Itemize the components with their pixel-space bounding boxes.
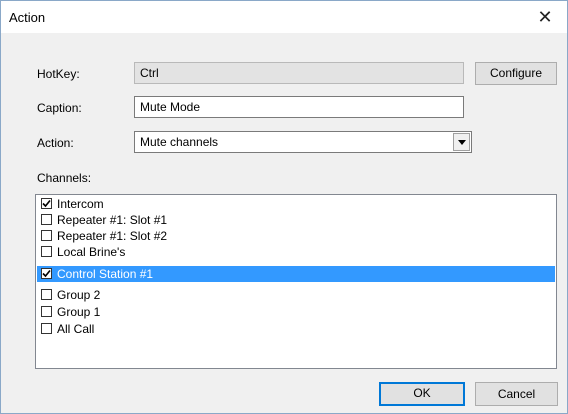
channel-item-all-call[interactable]: All Call (37, 321, 555, 337)
channel-checkbox[interactable] (41, 268, 52, 279)
cancel-button[interactable]: Cancel (475, 382, 558, 406)
channels-list[interactable]: Intercom Repeater #1: Slot #1 Repeater #… (35, 194, 557, 369)
channel-item-group-2[interactable]: Group 2 (37, 287, 555, 303)
channel-item-group-1[interactable]: Group 1 (37, 304, 555, 320)
channel-label: All Call (57, 322, 95, 336)
checkmark-icon (42, 269, 51, 278)
channel-label: Intercom (57, 197, 104, 211)
channel-item-control-station-1[interactable]: Control Station #1 (37, 266, 555, 282)
action-select-value: Mute channels (140, 135, 219, 149)
hotkey-label: HotKey: (37, 67, 80, 81)
channel-item-local-brines[interactable]: Local Brine's (37, 244, 555, 260)
channel-checkbox[interactable] (41, 306, 52, 317)
title-bar: Action ✕ (1, 1, 567, 33)
configure-button[interactable]: Configure (475, 62, 557, 85)
channel-item-repeater-slot-1[interactable]: Repeater #1: Slot #1 (37, 212, 555, 228)
channel-label: Control Station #1 (57, 267, 154, 281)
channel-checkbox[interactable] (41, 230, 52, 241)
action-dialog: Action ✕ HotKey: Ctrl Configure Caption:… (0, 0, 568, 414)
channels-label: Channels: (37, 171, 92, 185)
channel-checkbox[interactable] (41, 198, 52, 209)
channel-checkbox[interactable] (41, 289, 52, 300)
channel-label: Repeater #1: Slot #2 (57, 229, 168, 243)
channel-label: Repeater #1: Slot #1 (57, 213, 168, 227)
channel-label: Group 1 (57, 305, 101, 319)
action-label: Action: (37, 136, 74, 150)
channel-checkbox[interactable] (41, 246, 52, 257)
channel-checkbox[interactable] (41, 214, 52, 225)
close-icon[interactable]: ✕ (523, 1, 567, 33)
channel-label: Local Brine's (57, 245, 126, 259)
channel-item-intercom[interactable]: Intercom (37, 196, 555, 212)
action-select[interactable]: Mute channels (134, 131, 472, 153)
caption-input[interactable]: Mute Mode (134, 96, 464, 118)
chevron-down-icon[interactable] (453, 133, 470, 151)
channel-label: Group 2 (57, 288, 101, 302)
channel-item-repeater-slot-2[interactable]: Repeater #1: Slot #2 (37, 228, 555, 244)
channel-checkbox[interactable] (41, 323, 52, 334)
hotkey-field: Ctrl (134, 62, 464, 84)
caption-label: Caption: (37, 101, 82, 115)
window-title: Action (9, 10, 46, 25)
ok-button[interactable]: OK (379, 382, 465, 406)
checkmark-icon (42, 199, 51, 208)
